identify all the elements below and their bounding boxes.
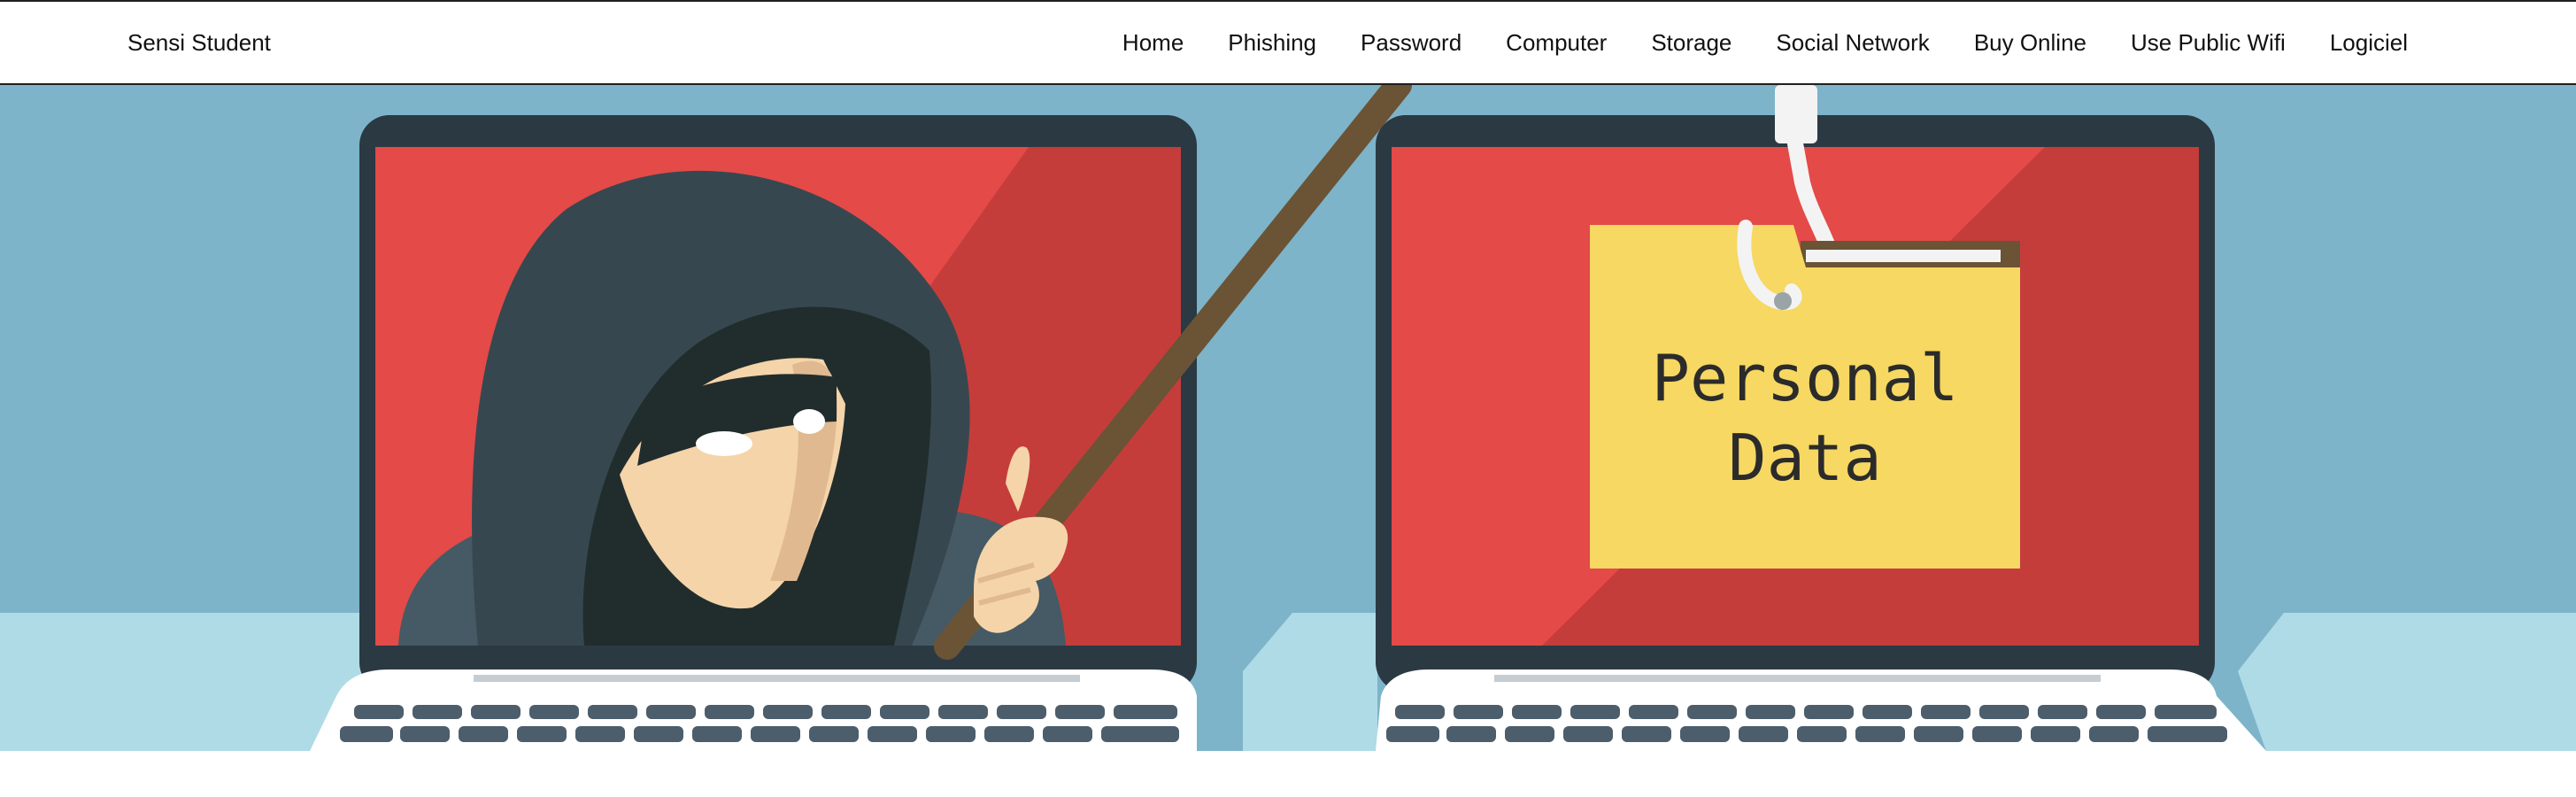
phishing-illustration: Personal Data bbox=[0, 85, 2576, 751]
hero-banner: Personal Data bbox=[0, 85, 2576, 751]
floor-left bbox=[0, 613, 365, 751]
nav-logiciel[interactable]: Logiciel bbox=[2330, 29, 2408, 56]
folder-label-line2: Data bbox=[1728, 421, 1881, 495]
top-navigation-bar: Sensi Student Home Phishing Password Com… bbox=[0, 0, 2576, 85]
nav-social-network[interactable]: Social Network bbox=[1776, 29, 1929, 56]
nav-use-public-wifi[interactable]: Use Public Wifi bbox=[2131, 29, 2286, 56]
nav-buy-online[interactable]: Buy Online bbox=[1974, 29, 2086, 56]
nav-password[interactable]: Password bbox=[1361, 29, 1462, 56]
brand-link[interactable]: Sensi Student bbox=[127, 2, 271, 83]
laptop-right: Personal Data bbox=[1376, 85, 2266, 751]
laptop-left bbox=[310, 115, 1197, 751]
fishing-line-top bbox=[1775, 85, 1817, 143]
floor-right bbox=[2238, 613, 2576, 751]
nav-home[interactable]: Home bbox=[1122, 29, 1184, 56]
nav-storage[interactable]: Storage bbox=[1651, 29, 1731, 56]
main-nav: Home Phishing Password Computer Storage … bbox=[1122, 2, 2408, 83]
folder-label-line1: Personal bbox=[1652, 341, 1959, 415]
nav-phishing[interactable]: Phishing bbox=[1228, 29, 1316, 56]
nav-computer[interactable]: Computer bbox=[1506, 29, 1607, 56]
